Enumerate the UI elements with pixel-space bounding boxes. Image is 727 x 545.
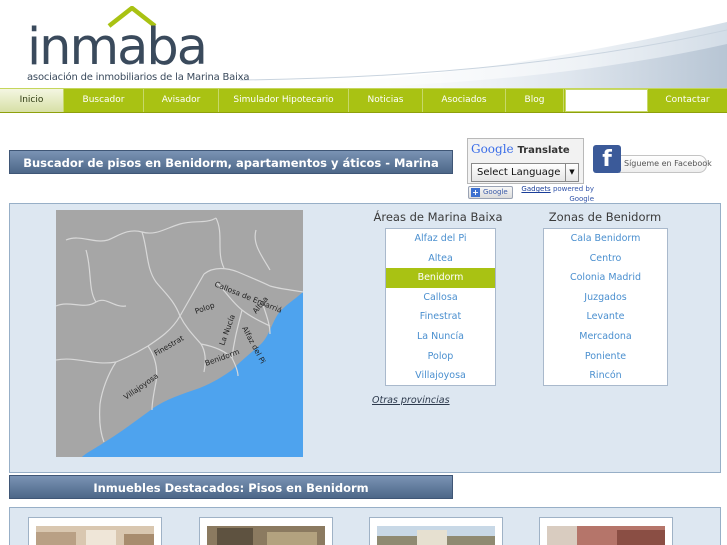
zona-item-centro[interactable]: Centro [544, 249, 667, 269]
area-item-la-nuncia[interactable]: La Nuncía [386, 327, 495, 347]
zonas-list: Cala Benidorm Centro Colonia Madrid Juzg… [543, 228, 668, 386]
nav-item-buscador[interactable]: Buscador [64, 89, 144, 112]
powered-by-text: powered by [552, 185, 594, 193]
marina-baixa-map[interactable]: Callosa de Ensarriá Altea Polop La Nucía… [56, 210, 303, 457]
area-item-finestrat[interactable]: Finestrat [386, 307, 495, 327]
property-photo [207, 526, 325, 545]
google-translate-widget: Google Translate Select Language ▼ [467, 138, 584, 184]
zona-item-poniente[interactable]: Poniente [544, 347, 667, 367]
add-to-google-button[interactable]: + Google [468, 186, 513, 199]
main-navigation: Inicio Buscador Avisador Simulador Hipot… [0, 88, 727, 113]
nav-item-contactar[interactable]: Contactar [648, 89, 727, 112]
zona-item-colonia-madrid[interactable]: Colonia Madrid [544, 268, 667, 288]
nav-item-asociados[interactable]: Asociados [423, 89, 506, 112]
area-item-altea[interactable]: Altea [386, 249, 495, 269]
zona-item-levante[interactable]: Levante [544, 307, 667, 327]
zonas-list-title: Zonas de Benidorm [548, 210, 662, 224]
add-to-google-label: Google [483, 188, 508, 196]
featured-property-card[interactable] [539, 517, 673, 545]
zona-item-juzgados[interactable]: Juzgados [544, 288, 667, 308]
gadgets-link[interactable]: Gadgets [521, 185, 550, 193]
facebook-follow-badge[interactable]: Sígueme en Facebook f [593, 145, 712, 173]
featured-property-card[interactable] [199, 517, 333, 545]
facebook-icon: f [593, 145, 621, 173]
translate-word: Translate [517, 145, 570, 156]
featured-property-card[interactable] [28, 517, 162, 545]
nav-item-noticias[interactable]: Noticias [349, 89, 423, 112]
dropdown-arrow-icon[interactable]: ▼ [565, 164, 578, 181]
gadgets-credit: Gadgets powered by Google [520, 184, 594, 204]
areas-list: Alfaz del Pi Altea Benidorm Callosa Fine… [385, 228, 496, 386]
area-item-alfaz-del-pi[interactable]: Alfaz del Pi [386, 229, 495, 249]
nav-item-blog[interactable]: Blog [506, 89, 564, 112]
area-item-benidorm[interactable]: Benidorm [386, 268, 495, 288]
zona-item-cala-benidorm[interactable]: Cala Benidorm [544, 229, 667, 249]
language-select-value: Select Language [477, 167, 561, 178]
facebook-follow-label: Sígueme en Facebook [619, 155, 712, 173]
powered-by-google: Google [569, 195, 594, 203]
property-photo [377, 526, 495, 545]
google-translate-logo: Google Translate [471, 142, 570, 156]
property-photo [547, 526, 665, 545]
zona-item-rincon[interactable]: Rincón [544, 366, 667, 386]
area-item-polop[interactable]: Polop [386, 347, 495, 367]
featured-property-card[interactable] [369, 517, 503, 545]
area-item-villajoyosa[interactable]: Villajoyosa [386, 366, 495, 386]
site-header: inmaba asociación de inmobiliarios de la… [0, 0, 727, 88]
nav-item-simulador-hipotecario[interactable]: Simulador Hipotecario [219, 89, 349, 112]
search-section-title: Buscador de pisos en Benidorm, apartamen… [9, 150, 453, 194]
nav-item-blank[interactable] [565, 89, 648, 112]
nav-item-avisador[interactable]: Avisador [144, 89, 219, 112]
logo-wordmark: inmaba [27, 18, 208, 77]
google-wordmark: Google [471, 142, 514, 156]
inmaba-logo[interactable]: inmaba asociación de inmobiliarios de la… [27, 6, 250, 86]
property-photo [36, 526, 154, 545]
plus-icon: + [471, 188, 480, 197]
language-select[interactable]: Select Language ▼ [471, 163, 579, 182]
zona-item-mercadona[interactable]: Mercadona [544, 327, 667, 347]
areas-list-title: Áreas de Marina Baixa [373, 210, 503, 224]
nav-item-inicio[interactable]: Inicio [0, 89, 64, 112]
logo-tagline: asociación de inmobiliarios de la Marina… [27, 72, 250, 83]
featured-section-title: Inmuebles Destacados: Pisos en Benidorm [9, 475, 453, 499]
area-item-callosa[interactable]: Callosa [386, 288, 495, 308]
otras-provincias-link[interactable]: Otras provincias [372, 395, 450, 406]
